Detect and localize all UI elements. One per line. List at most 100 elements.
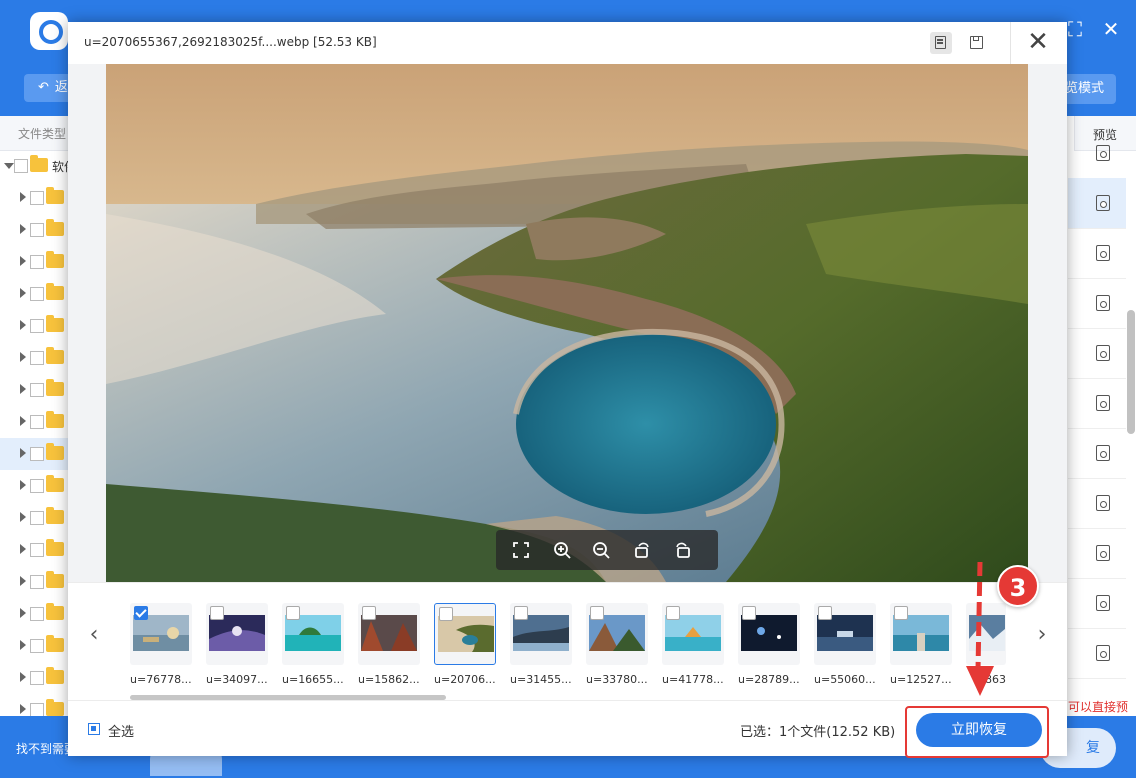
tree-checkbox[interactable] [30, 575, 44, 589]
next-image-button[interactable]: › [1032, 623, 1052, 647]
tree-checkbox[interactable] [30, 191, 44, 205]
thumbnail-checkbox[interactable] [210, 606, 224, 620]
preview-cell[interactable] [1068, 478, 1126, 529]
expand-arrow-icon[interactable] [20, 192, 26, 202]
expand-arrow-icon[interactable] [20, 416, 26, 426]
thumbnail-checkbox[interactable] [894, 606, 908, 620]
preview-cell[interactable] [1068, 128, 1126, 179]
expand-arrow-icon[interactable] [20, 256, 26, 266]
thumbnail-item[interactable]: u=28789... [738, 603, 800, 686]
expand-arrow-icon[interactable] [20, 576, 26, 586]
expand-arrow-icon[interactable] [4, 163, 14, 169]
thumbnail-item[interactable]: u=34097... [206, 603, 268, 686]
tree-checkbox[interactable] [30, 639, 44, 653]
preview-icon[interactable] [1096, 595, 1110, 611]
zoom-out-icon[interactable] [590, 539, 612, 561]
tree-checkbox[interactable] [30, 351, 44, 365]
tree-checkbox[interactable] [30, 703, 44, 717]
thumbnail-checkbox[interactable] [286, 606, 300, 620]
tree-checkbox[interactable] [30, 607, 44, 621]
thumbnail-item-current[interactable]: u=20706... [434, 603, 496, 686]
preview-icon[interactable] [1096, 495, 1110, 511]
footer-help-text[interactable]: 找不到需要 [16, 740, 76, 757]
tree-checkbox[interactable] [30, 287, 44, 301]
preview-icon[interactable] [1096, 645, 1110, 661]
thumbnail-image [361, 615, 417, 651]
thumbnail-checkbox[interactable] [362, 606, 376, 620]
tree-checkbox[interactable] [30, 383, 44, 397]
thumbnail-item[interactable]: u=15862... [358, 603, 420, 686]
tree-checkbox[interactable] [30, 479, 44, 493]
fullscreen-icon[interactable]: ⛶ [1064, 18, 1086, 40]
preview-cell[interactable] [1068, 278, 1126, 329]
folder-icon [46, 187, 64, 204]
close-icon[interactable]: ✕ [1100, 18, 1122, 40]
thumbnail-checkbox[interactable] [514, 606, 528, 620]
expand-arrow-icon[interactable] [20, 352, 26, 362]
select-all-label[interactable]: 全选 [108, 721, 134, 740]
tree-checkbox[interactable] [30, 223, 44, 237]
folder-icon [46, 539, 64, 556]
folder-icon [46, 667, 64, 684]
thumbnail-checkbox[interactable] [439, 607, 453, 621]
expand-arrow-icon[interactable] [20, 544, 26, 554]
fullscreen-icon[interactable] [510, 539, 532, 561]
rotate-left-icon[interactable] [631, 539, 653, 561]
thumbnail-item[interactable]: u=41778... [662, 603, 724, 686]
thumbnail-checkbox[interactable] [134, 606, 148, 620]
rotate-right-icon[interactable] [672, 539, 694, 561]
expand-arrow-icon[interactable] [20, 384, 26, 394]
tree-checkbox[interactable] [30, 447, 44, 461]
zoom-in-icon[interactable] [551, 539, 573, 561]
preview-cell[interactable] [1068, 228, 1126, 279]
preview-icon[interactable] [1096, 195, 1110, 211]
tree-checkbox[interactable] [30, 511, 44, 525]
thumbnail-item[interactable]: u=33780... [586, 603, 648, 686]
tree-checkbox[interactable] [30, 319, 44, 333]
previous-image-button[interactable]: ‹ [84, 623, 104, 647]
preview-icon[interactable] [1096, 345, 1110, 361]
preview-cell[interactable] [1068, 328, 1126, 379]
preview-cell[interactable] [1068, 428, 1126, 479]
expand-arrow-icon[interactable] [20, 672, 26, 682]
tree-checkbox[interactable] [30, 415, 44, 429]
thumbnail-item[interactable]: u=31455... [510, 603, 572, 686]
tree-checkbox[interactable] [30, 543, 44, 557]
expand-arrow-icon[interactable] [20, 640, 26, 650]
preview-cell[interactable] [1068, 528, 1126, 579]
thumbnail-item[interactable]: u=16655... [282, 603, 344, 686]
preview-icon[interactable] [1096, 395, 1110, 411]
expand-arrow-icon[interactable] [20, 224, 26, 234]
vertical-scrollbar[interactable] [1127, 310, 1135, 434]
preview-icon[interactable] [1096, 145, 1110, 161]
thumbnail-item[interactable]: u=12527... [890, 603, 952, 686]
preview-icon[interactable] [1096, 545, 1110, 561]
thumbnail-checkbox[interactable] [818, 606, 832, 620]
preview-icon[interactable] [1096, 245, 1110, 261]
thumbnail-checkbox[interactable] [590, 606, 604, 620]
save-button[interactable] [966, 32, 988, 54]
expand-arrow-icon[interactable] [20, 480, 26, 490]
select-all-checkbox[interactable] [88, 723, 100, 735]
preview-cell[interactable] [1068, 178, 1126, 229]
expand-arrow-icon[interactable] [20, 608, 26, 618]
preview-cell[interactable] [1068, 628, 1126, 679]
expand-arrow-icon[interactable] [20, 448, 26, 458]
preview-icon[interactable] [1096, 445, 1110, 461]
tree-checkbox[interactable] [30, 671, 44, 685]
file-info-button[interactable] [930, 32, 952, 54]
thumbnail-checkbox[interactable] [742, 606, 756, 620]
tree-checkbox[interactable] [14, 159, 28, 173]
dialog-close-button[interactable]: ✕ [1023, 28, 1053, 58]
preview-icon[interactable] [1096, 295, 1110, 311]
preview-cell[interactable] [1068, 578, 1126, 629]
tree-checkbox[interactable] [30, 255, 44, 269]
thumbnail-checkbox[interactable] [666, 606, 680, 620]
expand-arrow-icon[interactable] [20, 512, 26, 522]
expand-arrow-icon[interactable] [20, 288, 26, 298]
preview-cell[interactable] [1068, 378, 1126, 429]
expand-arrow-icon[interactable] [20, 704, 26, 714]
thumbnail-item[interactable]: u=55060... [814, 603, 876, 686]
thumbnail-item[interactable]: u=76778... [130, 603, 192, 686]
expand-arrow-icon[interactable] [20, 320, 26, 330]
